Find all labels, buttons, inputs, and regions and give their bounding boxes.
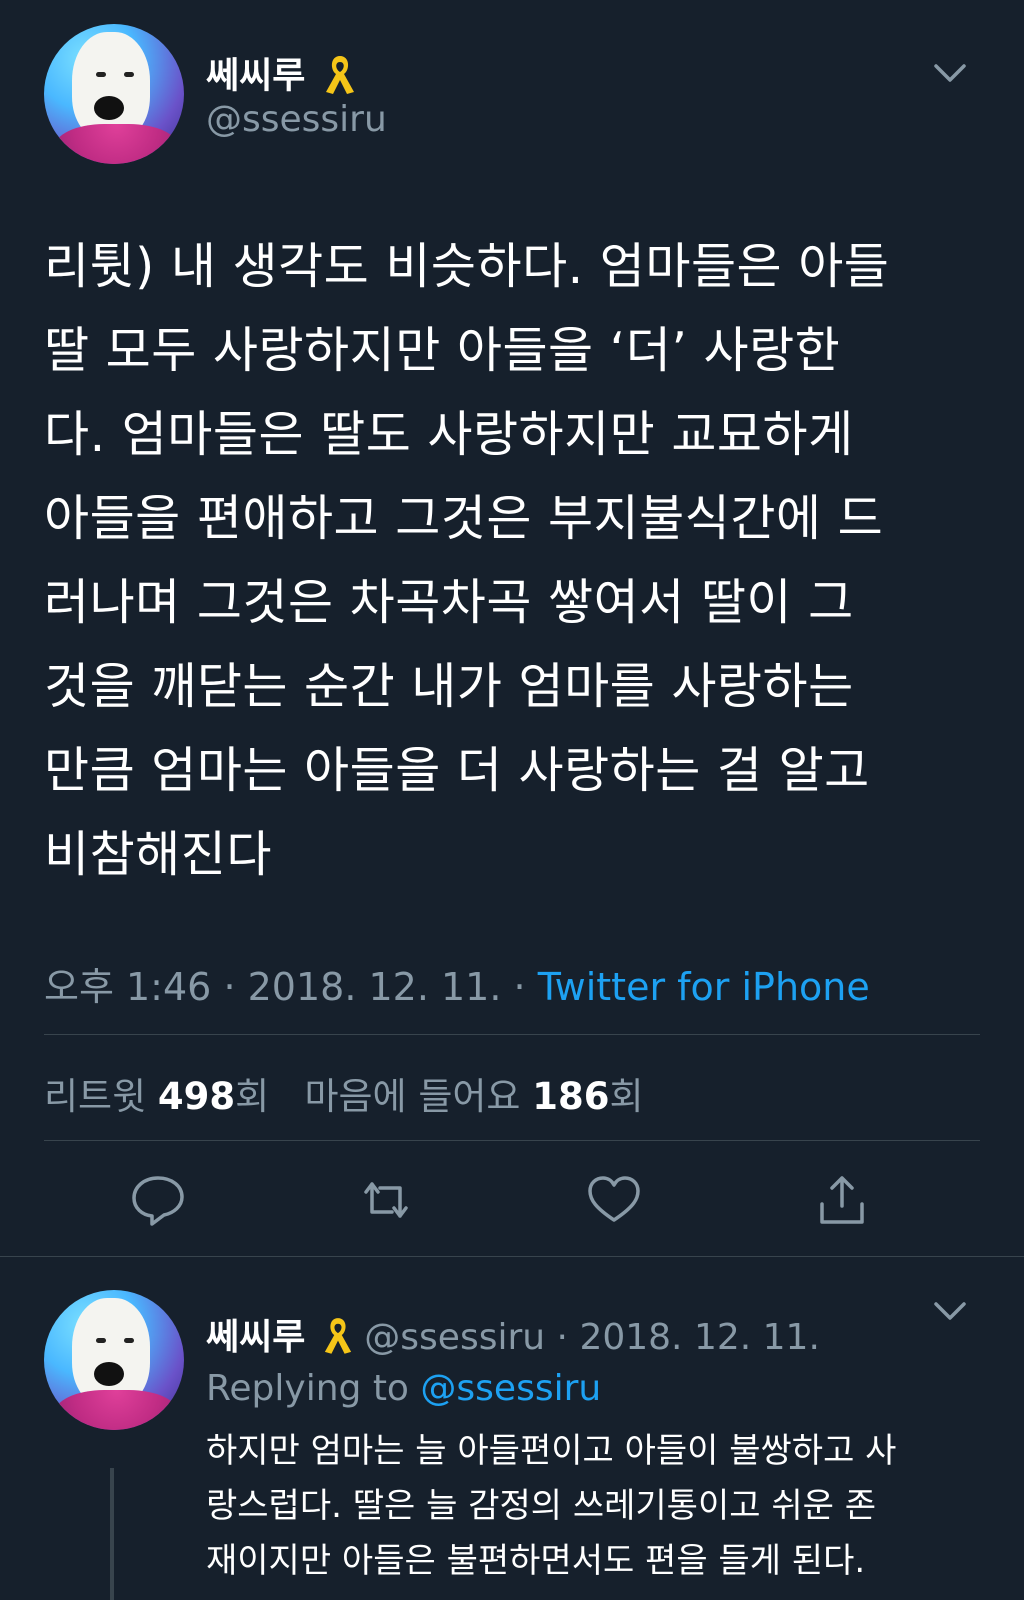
divider (44, 1140, 980, 1141)
author-name[interactable]: 쎄씨루 (206, 52, 356, 103)
meta-separator: · (223, 965, 236, 1009)
retweet-icon[interactable] (356, 1170, 416, 1230)
reply-author-handle[interactable]: @ssessiru (364, 1317, 545, 1358)
reply-avatar[interactable] (44, 1290, 184, 1430)
like-icon[interactable] (584, 1170, 644, 1230)
tweet-text: 리튓) 내 생각도 비슷하다. 엄마들은 아들 딸 모두 사랑하지만 아들을 ‘… (44, 238, 890, 883)
share-icon[interactable] (812, 1170, 872, 1230)
reply-author-name[interactable]: 쎄씨루 (206, 1317, 305, 1358)
divider (0, 1256, 1024, 1257)
yellow-ribbon-icon (323, 1314, 353, 1365)
thread-line (110, 1468, 114, 1600)
reply-header: 쎄씨루 @ssessiru · 2018. 12. 11. (206, 1308, 820, 1365)
retweets-count: 498 (157, 1075, 236, 1118)
replying-label: Replying to (206, 1368, 409, 1409)
tweet-stats: 리트윗 498회 마음에 들어요 186회 (44, 1066, 644, 1120)
reply-icon[interactable] (128, 1170, 188, 1230)
tweet-meta: 오후 1:46 · 2018. 12. 11. · Twitter for iP… (44, 956, 870, 1011)
reply-text: 하지만 엄마는 늘 아들편이고 아들이 불쌍하고 사 랑스럽다. 딸은 늘 감정… (206, 1431, 897, 1581)
tweet-source-link[interactable]: Twitter for iPhone (538, 965, 870, 1009)
author-handle[interactable]: @ssessiru (206, 102, 387, 138)
retweets-label: 리트윗 (44, 1075, 147, 1118)
reply-date: 2018. 12. 11. (579, 1317, 820, 1358)
likes-suffix: 회 (609, 1075, 644, 1118)
author-name-text: 쎄씨루 (206, 55, 306, 97)
meta-separator: · (556, 1317, 568, 1358)
chevron-down-icon[interactable] (932, 58, 968, 86)
chevron-down-icon[interactable] (932, 1296, 968, 1324)
likes-label: 마음에 들어요 (304, 1075, 521, 1118)
replying-handle-link[interactable]: @ssessiru (420, 1368, 601, 1409)
meta-separator: · (513, 965, 526, 1009)
avatar[interactable] (44, 24, 184, 164)
tweet-time: 오후 1:46 (44, 965, 212, 1009)
yellow-ribbon-icon (324, 52, 356, 103)
divider (44, 1034, 980, 1035)
likes-stat[interactable]: 마음에 들어요 186회 (304, 1075, 643, 1118)
replying-to: Replying to @ssessiru (206, 1368, 601, 1409)
retweets-stat[interactable]: 리트윗 498회 (44, 1075, 281, 1118)
tweet-date: 2018. 12. 11. (247, 965, 502, 1009)
likes-count: 186 (532, 1075, 610, 1118)
retweets-suffix: 회 (235, 1075, 270, 1118)
